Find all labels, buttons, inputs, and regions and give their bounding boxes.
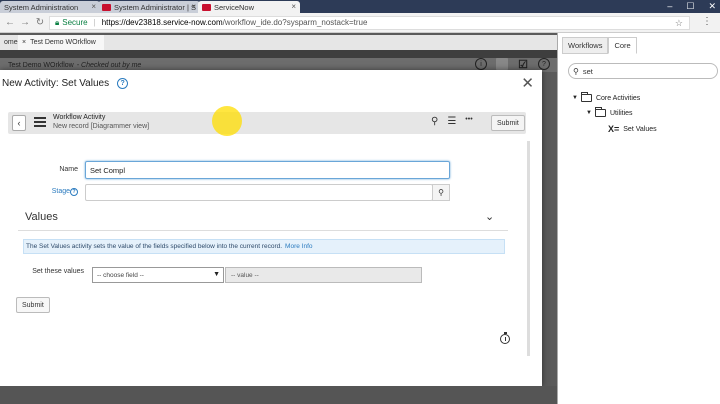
form-header-title: Workflow Activity bbox=[53, 114, 106, 121]
servicenow-logo-icon bbox=[202, 3, 211, 11]
servicenow-logo-icon bbox=[102, 3, 111, 11]
close-icon[interactable]: × bbox=[191, 2, 196, 11]
checkout-status: - Checked out by me bbox=[76, 61, 142, 69]
minimize-icon[interactable]: – bbox=[667, 1, 672, 12]
app-tab-bar: ome × Test Demo WOrkflow bbox=[0, 35, 557, 50]
name-input[interactable]: Set Compl bbox=[85, 161, 450, 179]
form-header: ‹ Workflow Activity New record [Diagramm… bbox=[8, 112, 526, 134]
palette-search-input[interactable]: ⚲ set bbox=[568, 63, 718, 79]
reload-icon[interactable]: ↻ bbox=[34, 17, 46, 28]
address-bar: ← → ↻ 🔒︎ Secure | https://dev23818.servi… bbox=[0, 13, 720, 33]
browser-tab-servicenow[interactable]: ServiceNow × bbox=[198, 1, 300, 13]
choose-field-select[interactable]: -- choose field -- ▼ bbox=[92, 267, 224, 283]
sliders-icon[interactable]: ☰ bbox=[447, 116, 456, 127]
form-header-icons: ⚲ ☰ ••• bbox=[431, 116, 473, 127]
name-label: Name bbox=[59, 166, 78, 173]
folder-icon bbox=[594, 107, 606, 117]
window-close-icon[interactable]: ✕ bbox=[708, 1, 716, 12]
tab-test-demo-workflow[interactable]: × Test Demo WOrkflow bbox=[18, 35, 104, 50]
tree-item-set-values[interactable]: X= Set Values bbox=[608, 124, 657, 134]
tab-label: Test Demo WOrkflow bbox=[30, 39, 96, 46]
dropdown-arrow-icon: ▼ bbox=[213, 271, 220, 278]
browser-tab-label: ServiceNow bbox=[214, 2, 255, 12]
help-icon[interactable]: ? bbox=[117, 78, 129, 89]
paperclip-icon[interactable]: ⚲ bbox=[431, 116, 438, 127]
dialog-title-row: New Activity: Set Values ? bbox=[2, 78, 129, 89]
set-values-label: Set these values bbox=[32, 268, 84, 275]
browser-tab-label: System Administration bbox=[4, 2, 79, 12]
checkmark-icon[interactable]: ☑ bbox=[517, 58, 529, 71]
back-button[interactable]: ‹ bbox=[12, 115, 26, 131]
more-options-icon[interactable]: ••• bbox=[465, 116, 472, 127]
info-icon[interactable]: i bbox=[475, 58, 487, 70]
timer-icon[interactable] bbox=[500, 332, 510, 344]
more-info-link[interactable]: More Info bbox=[285, 243, 312, 250]
close-icon[interactable]: × bbox=[22, 39, 26, 46]
tree-item-core-activities[interactable]: ▼ Core Activities bbox=[572, 92, 641, 102]
close-icon[interactable]: × bbox=[91, 2, 96, 11]
select-value: -- choose field -- bbox=[97, 271, 144, 279]
value-input: -- value -- bbox=[225, 267, 422, 283]
browser-menu-icon[interactable]: ⋮ bbox=[702, 16, 712, 27]
close-icon[interactable]: ✕ bbox=[521, 74, 534, 92]
stage-help-icon[interactable]: ? bbox=[70, 188, 78, 196]
toolbar-strip bbox=[0, 50, 557, 58]
tab-workflows[interactable]: Workflows bbox=[562, 37, 609, 54]
hamburger-menu-icon[interactable] bbox=[34, 117, 46, 127]
dialog-title: New Activity: Set Values bbox=[2, 78, 110, 89]
browser-tab-label: System Administrator | S bbox=[114, 2, 196, 12]
workflow-title: Test Demo WOrkflow bbox=[8, 61, 74, 69]
palette-panel: Workflows Core ⚲ set ▼ Core Activities ▼… bbox=[557, 33, 720, 404]
new-activity-dialog: New Activity: Set Values ? ✕ ‹ Workflow … bbox=[0, 70, 542, 386]
browser-tab-system-administration[interactable]: System Administration × bbox=[0, 1, 100, 13]
tree-item-label: Utilities bbox=[609, 109, 633, 117]
tab-core[interactable]: Core bbox=[608, 37, 637, 54]
maximize-icon[interactable]: ☐ bbox=[686, 1, 694, 12]
stage-label[interactable]: Stage bbox=[40, 188, 70, 195]
help-icon[interactable]: ? bbox=[538, 58, 550, 70]
chevron-left-icon: ‹ bbox=[17, 118, 21, 128]
canvas-bottom bbox=[0, 386, 557, 404]
tree-item-label: Core Activities bbox=[595, 94, 641, 102]
search-icon[interactable]: ⚲ bbox=[432, 184, 450, 201]
stage-input[interactable] bbox=[85, 184, 433, 201]
tree-item-utilities[interactable]: ▼ Utilities bbox=[586, 107, 633, 117]
close-icon[interactable]: × bbox=[291, 2, 296, 11]
form-header-subtitle: New record [Diagrammer view] bbox=[53, 123, 150, 130]
url-path: /workflow_ide.do?sysparm_nostack=true bbox=[222, 18, 368, 27]
lock-icon: 🔒︎ bbox=[55, 17, 60, 27]
square-icon[interactable] bbox=[496, 58, 508, 70]
forward-arrow-icon[interactable]: → bbox=[19, 17, 31, 28]
info-text: The Set Values activity sets the value o… bbox=[26, 243, 283, 250]
palette-tabs: Workflows Core bbox=[562, 37, 637, 54]
tab-home[interactable]: ome bbox=[0, 35, 18, 50]
window-controls: – ☐ ✕ bbox=[667, 1, 716, 12]
chevron-down-icon[interactable]: ⌄ bbox=[485, 210, 494, 223]
bookmark-star-icon[interactable]: ☆ bbox=[675, 18, 683, 29]
mouse-cursor-highlight bbox=[212, 106, 242, 136]
browser-tab-system-administrator[interactable]: System Administrator | S × bbox=[98, 1, 200, 13]
folder-icon bbox=[580, 92, 592, 102]
set-values-activity-icon: X= bbox=[608, 124, 620, 134]
info-message: The Set Values activity sets the value o… bbox=[23, 239, 505, 254]
search-value: set bbox=[582, 66, 593, 76]
expand-triangle-icon[interactable]: ▼ bbox=[572, 95, 578, 101]
section-divider bbox=[18, 230, 508, 231]
search-icon: ⚲ bbox=[573, 66, 579, 76]
secure-label: Secure bbox=[62, 18, 88, 27]
expand-triangle-icon[interactable]: ▼ bbox=[586, 110, 592, 116]
browser-tab-strip: System Administration × System Administr… bbox=[0, 0, 720, 13]
header-submit-button[interactable]: Submit bbox=[491, 115, 525, 131]
url-separator: | bbox=[93, 18, 96, 27]
url-input[interactable]: 🔒︎ Secure | https://dev23818.service-now… bbox=[49, 15, 690, 30]
url-host: https://dev23818.service-now.com bbox=[101, 18, 223, 27]
form-scrollbar[interactable] bbox=[527, 141, 530, 356]
tab-label: ome bbox=[4, 39, 18, 46]
submit-button[interactable]: Submit bbox=[16, 297, 50, 313]
tree-item-label: Set Values bbox=[623, 125, 657, 133]
values-section-title: Values bbox=[25, 211, 58, 223]
workflow-toolbar-icons: i ☑ ? bbox=[475, 58, 550, 71]
back-arrow-icon[interactable]: ← bbox=[4, 17, 16, 28]
